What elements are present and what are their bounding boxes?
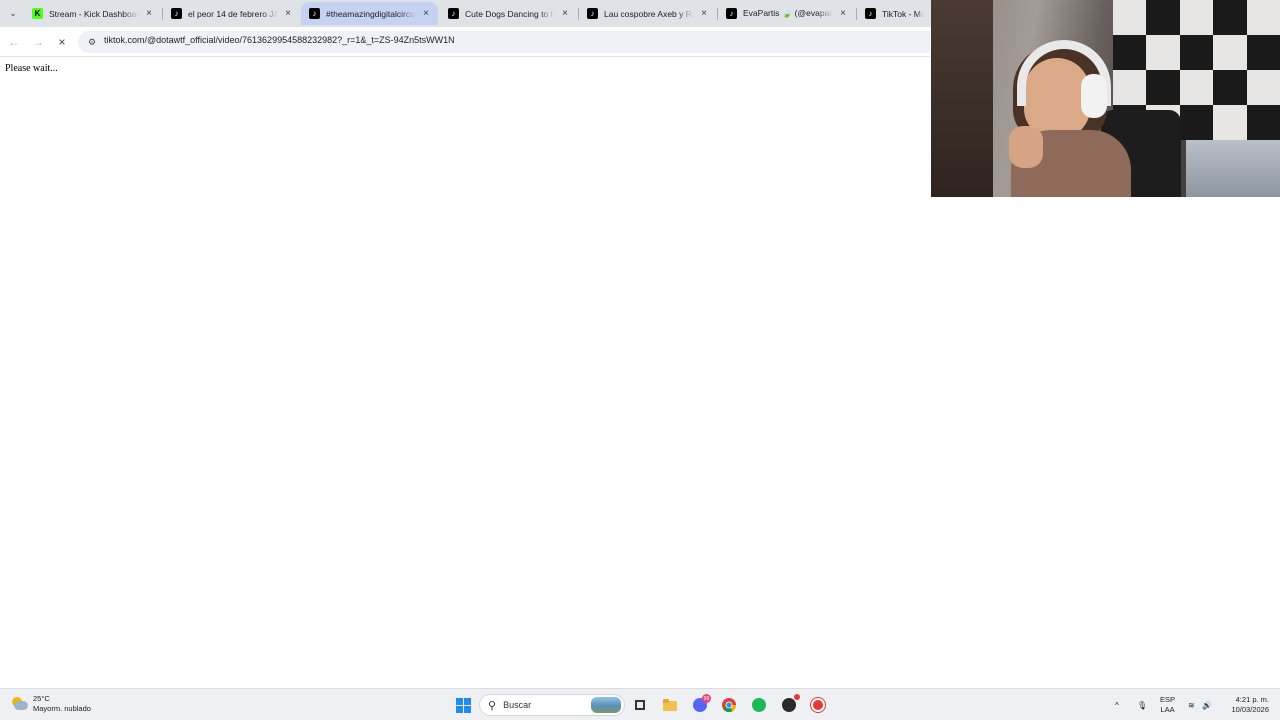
microphone-tray[interactable]: 🎙 xyxy=(1137,689,1147,720)
browser-toolbar: ← → × ⚙ tiktok.com/@dotawtf_official/vid… xyxy=(0,27,930,57)
tab-title: el peor 14 de febrero JAJAJ xyxy=(188,8,278,19)
keyboard-layout: LAA xyxy=(1160,705,1175,714)
notification-badge: 99 xyxy=(702,694,711,703)
weather-condition: Mayorm. nublado xyxy=(33,704,91,713)
recording-indicator xyxy=(794,694,800,700)
windows-taskbar: 25°C Mayorm. nublado ⚲ Buscar 99 ^ 🎙 ESP… xyxy=(0,688,1280,720)
taskbar-search[interactable]: ⚲ Buscar xyxy=(479,694,625,716)
tab-search-button[interactable]: ⌄ xyxy=(4,4,22,22)
site-info-icon[interactable]: ⚙ xyxy=(86,36,98,48)
address-bar[interactable]: ⚙ tiktok.com/@dotawtf_official/video/761… xyxy=(78,31,930,53)
weather-temp: 25°C xyxy=(33,694,50,703)
tiktok-icon: ♪ xyxy=(587,8,598,19)
tiktok-icon: ♪ xyxy=(448,8,459,19)
tiktok-icon: ♪ xyxy=(865,8,876,19)
webcam-streamer-hand xyxy=(1009,126,1043,168)
webcam-overlay xyxy=(931,0,1280,197)
tab-tiktok-6[interactable]: ♪ TikTok - Make xyxy=(857,2,930,25)
tab-close-icon[interactable]: × xyxy=(837,8,849,19)
tab-title: Stream - Kick Dashboard xyxy=(49,8,139,19)
url-text[interactable]: tiktok.com/@dotawtf_official/video/76136… xyxy=(104,35,455,45)
search-icon: ⚲ xyxy=(488,699,497,712)
chevron-up-icon: ^ xyxy=(1115,700,1119,710)
tab-close-icon[interactable]: × xyxy=(282,8,294,19)
search-label: Buscar xyxy=(503,700,532,710)
tiktok-icon: ♪ xyxy=(171,8,182,19)
tab-close-icon[interactable]: × xyxy=(420,8,432,19)
tab-close-icon[interactable]: × xyxy=(559,8,571,19)
arrow-right-icon: → xyxy=(32,35,44,49)
arrow-left-icon: ← xyxy=(8,35,20,49)
spotify-button[interactable] xyxy=(750,696,768,714)
forward-button[interactable]: → xyxy=(29,33,47,51)
tab-close-icon[interactable]: × xyxy=(698,8,710,19)
discord-button[interactable]: 99 xyxy=(691,694,711,714)
kick-icon: K xyxy=(32,8,43,19)
microphone-icon: 🎙 xyxy=(1137,700,1148,710)
tab-tiktok-2-active[interactable]: ♪ #theamazingdigitalcircus × xyxy=(301,2,438,25)
close-icon: × xyxy=(58,35,66,49)
discord-icon: 99 xyxy=(693,694,711,712)
show-hidden-icons[interactable]: ^ xyxy=(1115,689,1119,720)
volume-icon: 🔊 xyxy=(1202,700,1212,710)
tab-title: #theamazingdigitalcircus xyxy=(326,8,416,19)
webcam-headphone-earcup xyxy=(1081,74,1107,118)
app-red-button[interactable] xyxy=(809,696,827,714)
system-clock[interactable]: 4:21 p. m. 10/03/2026 xyxy=(1231,695,1269,715)
network-tray[interactable]: ≋ xyxy=(1188,689,1195,720)
tab-title: TikTok - Make xyxy=(882,8,924,19)
wifi-icon: ≋ xyxy=(1188,700,1195,710)
tab-tiktok-5[interactable]: ♪ EvaPartis 🍃 (@evapartis) × xyxy=(718,2,855,25)
volume-tray[interactable]: 🔊 xyxy=(1202,689,1212,720)
tab-close-icon[interactable]: × xyxy=(143,8,155,19)
windows-icon xyxy=(455,697,471,713)
app-red-icon xyxy=(811,698,825,712)
chrome-button[interactable] xyxy=(720,696,738,714)
chevron-down-icon: ⌄ xyxy=(9,7,17,18)
clock-time: 4:21 p. m. xyxy=(1235,695,1269,704)
tab-kick-dashboard[interactable]: K Stream - Kick Dashboard × xyxy=(24,2,161,25)
stop-loading-button[interactable]: × xyxy=(53,33,71,51)
language-indicator[interactable]: ESP LAA xyxy=(1160,695,1175,715)
spotify-icon xyxy=(752,698,766,712)
webcam-door xyxy=(931,0,993,197)
tab-tiktok-3[interactable]: ♪ Cute Dogs Dancing to the × xyxy=(440,2,577,25)
task-view-button[interactable] xyxy=(631,696,649,714)
back-button[interactable]: ← xyxy=(5,33,23,51)
tab-tiktok-4[interactable]: ♪ Lau cospobre Axeb y Rad × xyxy=(579,2,716,25)
start-button[interactable] xyxy=(454,696,472,714)
tab-title: Cute Dogs Dancing to the xyxy=(465,8,555,19)
weather-widget[interactable]: 25°C Mayorm. nublado xyxy=(10,694,91,714)
obs-icon xyxy=(782,694,800,712)
search-highlight-image xyxy=(591,697,621,713)
tab-title: Lau cospobre Axeb y Rad xyxy=(604,8,694,19)
task-view-icon xyxy=(635,700,645,710)
loading-message: Please wait... xyxy=(5,63,58,74)
clock-date: 10/03/2026 xyxy=(1231,705,1269,714)
language-code: ESP xyxy=(1160,695,1176,704)
tab-title: EvaPartis 🍃 (@evapartis) xyxy=(743,8,833,18)
partly-cloudy-icon xyxy=(10,697,28,711)
tiktok-icon: ♪ xyxy=(309,8,320,19)
obs-button[interactable] xyxy=(780,694,800,714)
tiktok-icon: ♪ xyxy=(726,8,737,19)
webcam-bed xyxy=(1186,140,1280,197)
folder-icon xyxy=(663,699,677,711)
chrome-icon xyxy=(722,698,737,713)
file-explorer-button[interactable] xyxy=(661,696,679,714)
tab-tiktok-1[interactable]: ♪ el peor 14 de febrero JAJAJ × xyxy=(163,2,300,25)
